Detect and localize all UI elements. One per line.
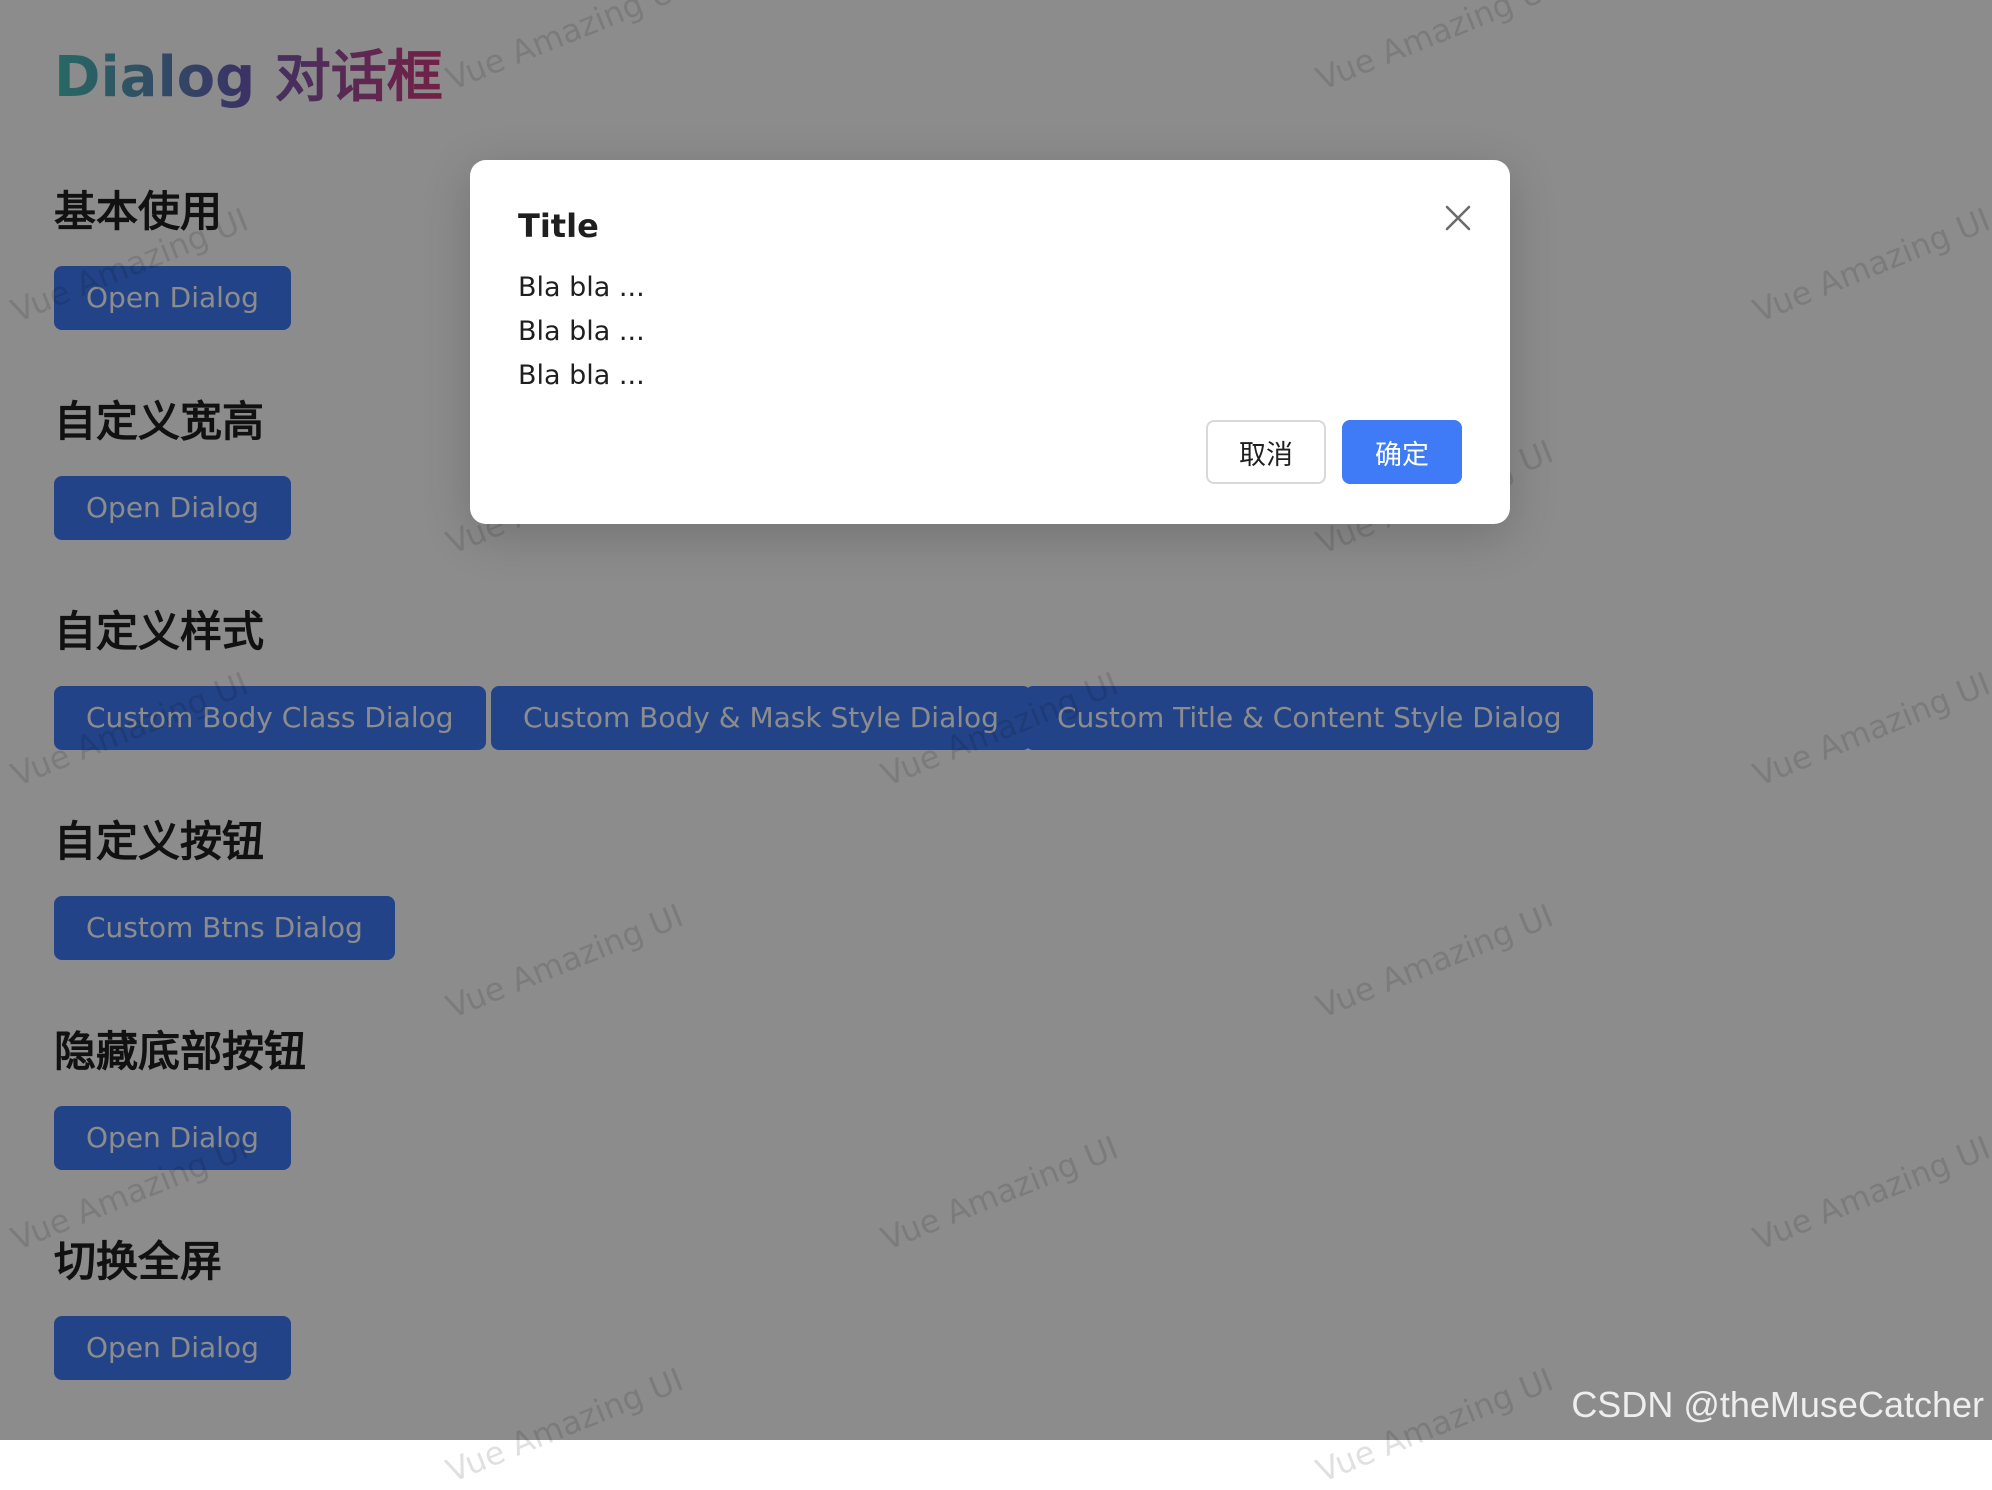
dialog-title: Title [518,207,599,245]
dialog-content-line: Bla bla ... [518,316,645,347]
dialog-content-line: Bla bla ... [518,360,645,391]
ok-button[interactable]: 确定 [1342,420,1462,484]
dialog-footer: 取消 确定 [1206,420,1462,484]
cancel-button[interactable]: 取消 [1206,420,1326,484]
csdn-watermark: CSDN @theMuseCatcher [1571,1384,1984,1425]
dialog-close-button[interactable] [1434,194,1482,242]
page: Dialog 对话框 基本使用 Open Dialog 自定义宽高 Open D… [0,0,1992,1490]
dialog-content-line: Bla bla ... [518,272,645,303]
dialog: Title Bla bla ... Bla bla ... Bla bla ..… [470,160,1510,524]
dialog-content: Bla bla ... Bla bla ... Bla bla ... [518,266,1418,398]
close-icon [1445,205,1471,231]
